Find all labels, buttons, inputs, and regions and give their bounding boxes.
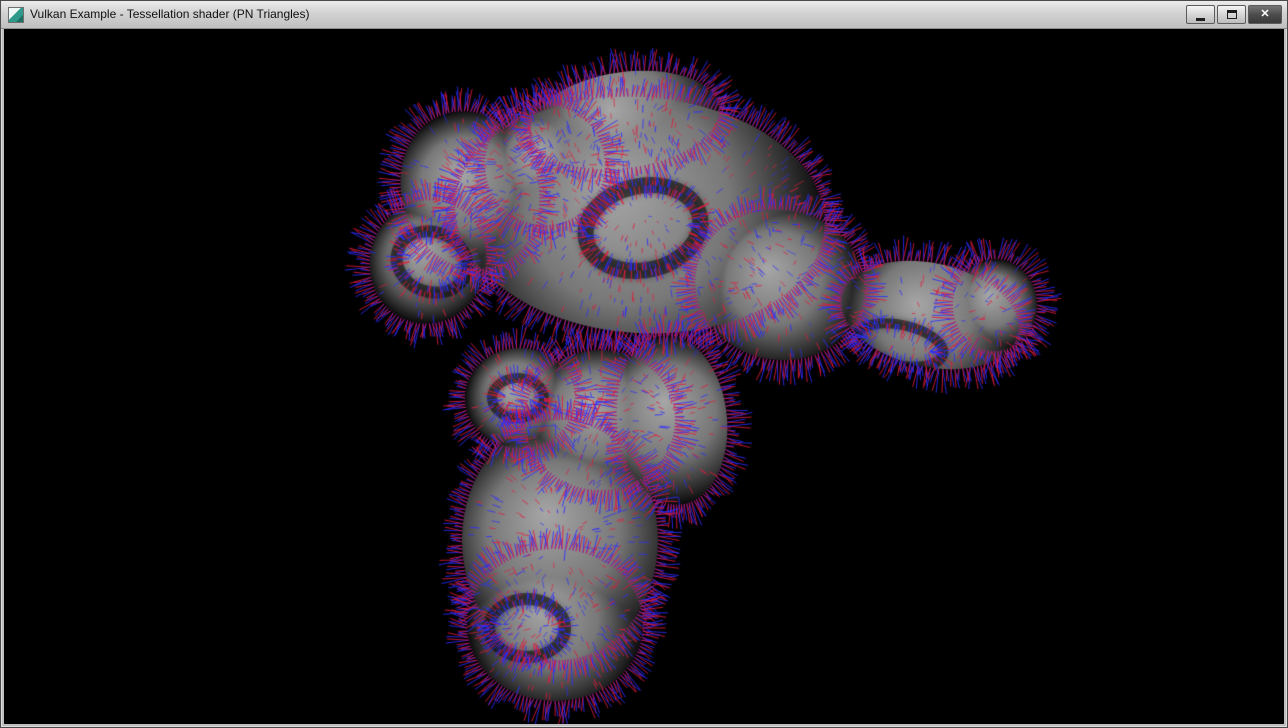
title-bar[interactable]: Vulkan Example - Tessellation shader (PN… [1, 1, 1287, 29]
viewport [4, 29, 1284, 724]
maximize-button[interactable] [1217, 5, 1246, 24]
close-button[interactable]: ✕ [1248, 5, 1282, 24]
window-controls: ✕ [1186, 5, 1282, 24]
close-icon: ✕ [1260, 9, 1269, 20]
minimize-button[interactable] [1186, 5, 1215, 24]
app-icon [8, 7, 24, 23]
viewport-canvas[interactable] [4, 29, 1284, 724]
window-title: Vulkan Example - Tessellation shader (PN… [30, 1, 1186, 28]
minimize-icon [1196, 18, 1205, 21]
app-window: Vulkan Example - Tessellation shader (PN… [0, 0, 1288, 728]
maximize-icon [1227, 10, 1237, 19]
